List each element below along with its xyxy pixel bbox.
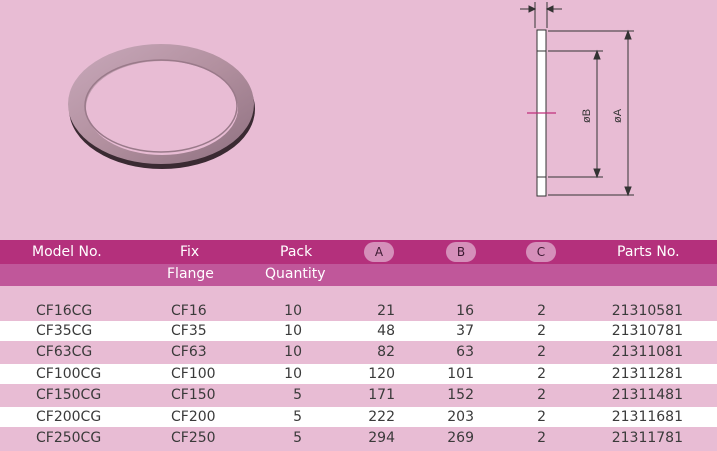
flange-cell: CF150 — [171, 387, 216, 403]
parts-no-cell: 21311481 — [611, 387, 683, 403]
a-cell: 21 — [377, 303, 395, 319]
quantity-cell: 5 — [293, 430, 302, 446]
flange-cell: CF63 — [171, 344, 207, 360]
table-header-row-1: Model No. Fix Pack A B C Parts No. — [0, 240, 717, 264]
table-row: CF150CG CF150 5 171 152 2 21311481 — [0, 385, 717, 405]
model-cell: CF200CG — [36, 409, 102, 425]
quantity-cell: 10 — [284, 323, 302, 339]
quantity-cell: 10 — [284, 303, 302, 319]
c-cell: 2 — [537, 387, 546, 403]
c-cell: 2 — [537, 323, 546, 339]
quantity-cell: 10 — [284, 344, 302, 360]
flange-cell: CF250 — [171, 430, 216, 446]
dimension-drawing — [520, 2, 634, 197]
b-cell: 101 — [447, 366, 474, 382]
header-fix: Fix — [180, 244, 200, 260]
c-cell: 2 — [537, 344, 546, 360]
c-cell: 2 — [537, 366, 546, 382]
parts-no-cell: 21310781 — [611, 323, 683, 339]
b-cell: 63 — [456, 344, 474, 360]
table-row: CF63CG CF63 10 82 63 2 21311081 — [0, 342, 717, 362]
dimension-a-label: øA — [612, 108, 624, 123]
header-parts: Parts No. — [617, 244, 680, 260]
header-model: Model No. — [32, 244, 102, 260]
c-cell: 2 — [537, 430, 546, 446]
model-cell: CF150CG — [36, 387, 102, 403]
model-cell: CF100CG — [36, 366, 102, 382]
table-row: CF250CG CF250 5 294 269 2 21311781 — [0, 428, 717, 448]
a-cell: 171 — [368, 387, 395, 403]
quantity-cell: 10 — [284, 366, 302, 382]
header-flange: Flange — [167, 266, 214, 282]
parts-no-cell: 21311781 — [611, 430, 683, 446]
b-cell: 152 — [447, 387, 474, 403]
parts-no-cell: 21311281 — [611, 366, 683, 382]
gasket-ring-image — [68, 44, 255, 169]
table-row: CF35CG CF35 10 48 37 2 21310781 — [0, 321, 717, 341]
a-cell: 48 — [377, 323, 395, 339]
quantity-cell: 5 — [293, 409, 302, 425]
model-cell: CF35CG — [36, 323, 93, 339]
model-cell: CF63CG — [36, 344, 93, 360]
product-illustration: øB øA — [68, 2, 634, 197]
dimension-b-label: øB — [581, 109, 593, 123]
table-row: CF100CG CF100 10 120 101 2 21311281 — [0, 364, 717, 384]
b-cell: 203 — [447, 409, 474, 425]
header-c-badge: C — [526, 242, 556, 262]
model-cell: CF250CG — [36, 430, 102, 446]
b-cell: 37 — [456, 323, 474, 339]
c-cell: 2 — [537, 409, 546, 425]
parts-no-cell: 21311081 — [611, 344, 683, 360]
flange-cell: CF16 — [171, 303, 207, 319]
a-cell: 294 — [368, 430, 395, 446]
header-b-badge: B — [446, 242, 476, 262]
flange-cell: CF35 — [171, 323, 207, 339]
header-a-badge: A — [364, 242, 394, 262]
b-cell: 16 — [456, 303, 474, 319]
header-quantity: Quantity — [265, 266, 326, 282]
parts-no-cell: 21310581 — [611, 303, 683, 319]
flange-cell: CF100 — [171, 366, 216, 382]
model-cell: CF16CG — [36, 303, 93, 319]
quantity-cell: 5 — [293, 387, 302, 403]
a-cell: 222 — [368, 409, 395, 425]
table-header-row-2: Flange Quantity — [0, 264, 717, 286]
table-row: CF200CG CF200 5 222 203 2 21311681 — [0, 407, 717, 427]
flange-cell: CF200 — [171, 409, 216, 425]
table-row: CF16CG CF16 10 21 16 2 21310581 — [0, 301, 717, 321]
c-cell: 2 — [537, 303, 546, 319]
a-cell: 82 — [377, 344, 395, 360]
header-pack: Pack — [280, 244, 313, 260]
parts-no-cell: 21311681 — [611, 409, 683, 425]
b-cell: 269 — [447, 430, 474, 446]
a-cell: 120 — [368, 366, 395, 382]
